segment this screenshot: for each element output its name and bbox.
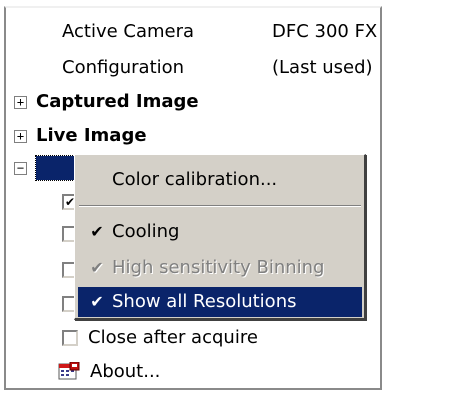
menu-item-label: High sensitivity Binning bbox=[112, 257, 325, 278]
group-label[interactable]: Live Image bbox=[36, 124, 147, 148]
about-app-icon bbox=[58, 361, 80, 382]
collapse-icon[interactable]: − bbox=[14, 162, 27, 175]
menu-item-show-all-resolutions[interactable]: ✔ Show all Resolutions bbox=[78, 287, 362, 317]
property-value[interactable]: (Last used) bbox=[272, 56, 373, 80]
expand-icon[interactable]: + bbox=[14, 96, 27, 109]
menu-item-label: Show all Resolutions bbox=[112, 291, 297, 312]
checkbox[interactable] bbox=[62, 330, 78, 346]
check-icon: ✔ bbox=[90, 258, 104, 277]
about-label[interactable]: About... bbox=[90, 360, 160, 384]
check-icon: ✔ bbox=[90, 222, 104, 241]
property-value[interactable]: DFC 300 FX bbox=[272, 20, 377, 44]
menu-item-label: Cooling bbox=[112, 221, 180, 242]
property-label: Configuration bbox=[62, 57, 185, 78]
menu-item-cooling[interactable]: ✔ Cooling bbox=[78, 217, 362, 247]
property-label: Active Camera bbox=[62, 21, 195, 42]
group-label[interactable]: Captured Image bbox=[36, 90, 199, 114]
menu-item-color-calibration[interactable]: Color calibration... bbox=[78, 165, 362, 195]
expand-icon[interactable]: + bbox=[14, 130, 27, 143]
context-menu: Color calibration... ✔ Cooling ✔ High se… bbox=[74, 154, 366, 320]
checkbox-label[interactable]: Close after acquire bbox=[88, 326, 258, 350]
menu-item-high-sensitivity-binning: ✔ High sensitivity Binning bbox=[78, 253, 362, 283]
checkbox-row-close-after-acquire[interactable]: Close after acquire bbox=[6, 326, 380, 350]
menu-item-label: Color calibration... bbox=[112, 169, 278, 190]
menu-separator bbox=[79, 205, 361, 207]
check-icon: ✔ bbox=[90, 292, 104, 311]
